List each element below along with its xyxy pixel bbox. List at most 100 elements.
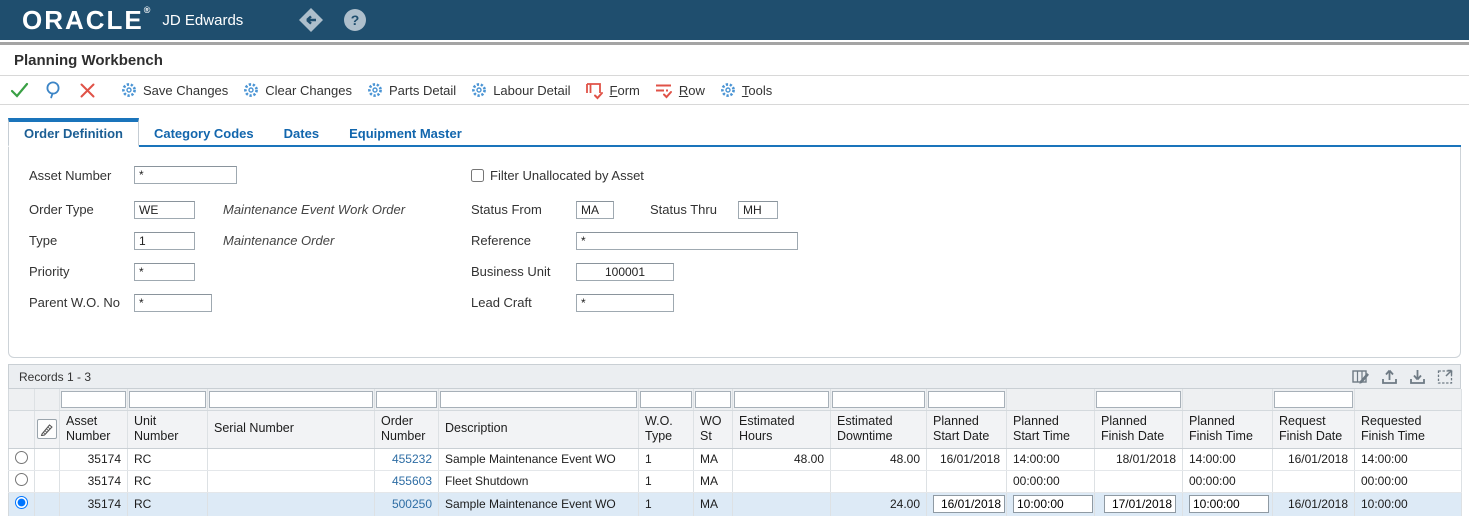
- type-input[interactable]: [134, 232, 195, 250]
- status-thru-input[interactable]: [738, 201, 778, 219]
- filter-description[interactable]: [440, 391, 637, 408]
- col-header-description[interactable]: Description: [439, 410, 639, 448]
- business-unit-input[interactable]: [576, 263, 674, 281]
- lead-craft-input[interactable]: [576, 294, 674, 312]
- oracle-logo: ORACLE®: [22, 5, 152, 36]
- export-icon[interactable]: [1380, 368, 1398, 386]
- labour-detail-label: Labour Detail: [493, 83, 570, 98]
- cell-requested-finish-time: 10:00:00: [1355, 492, 1462, 516]
- col-header-order-number[interactable]: Order Number: [375, 410, 439, 448]
- reference-label: Reference: [471, 233, 576, 248]
- clear-changes-button[interactable]: Clear Changes: [242, 81, 352, 99]
- type-label: Type: [29, 233, 134, 248]
- col-header-serial-number[interactable]: Serial Number: [208, 410, 375, 448]
- filter-serial-number[interactable]: [209, 391, 373, 408]
- type-description: Maintenance Order: [223, 233, 334, 248]
- save-changes-button[interactable]: Save Changes: [120, 81, 228, 99]
- col-header-wo-st[interactable]: WO St: [694, 410, 733, 448]
- planned-start-date-input[interactable]: [933, 495, 1005, 513]
- filter-wo-type[interactable]: [640, 391, 692, 408]
- form-menu[interactable]: Form: [585, 81, 640, 100]
- order-number-link[interactable]: 455603: [392, 474, 432, 488]
- col-header-unit-number[interactable]: Unit Number: [128, 410, 208, 448]
- status-from-label: Status From: [471, 202, 576, 217]
- filter-planned-start-date[interactable]: [928, 391, 1005, 408]
- cell-estimated-hours: [733, 470, 831, 492]
- tab-dates[interactable]: Dates: [269, 121, 334, 145]
- status-thru-label: Status Thru: [650, 202, 738, 217]
- col-header-estimated-hours[interactable]: Estimated Hours: [733, 410, 831, 448]
- tab-strip: Order Definition Category Codes Dates Eq…: [8, 118, 1461, 147]
- filter-unit-number[interactable]: [129, 391, 206, 408]
- save-changes-label: Save Changes: [143, 83, 228, 98]
- col-header-request-finish-date[interactable]: Request Finish Date: [1273, 410, 1355, 448]
- col-header-estimated-downtime[interactable]: Estimated Downtime: [831, 410, 927, 448]
- reference-input[interactable]: [576, 232, 798, 250]
- col-header-requested-finish-time[interactable]: Requested Finish Time: [1355, 410, 1462, 448]
- row-select-radio[interactable]: [15, 473, 28, 486]
- table-row: 35174 RC 455232 Sample Maintenance Event…: [9, 448, 1462, 470]
- col-header-asset-number[interactable]: Asset Number: [60, 410, 128, 448]
- order-type-input[interactable]: [134, 201, 195, 219]
- row-select-radio[interactable]: [15, 451, 28, 464]
- order-number-link[interactable]: 500250: [392, 497, 432, 511]
- filter-wo-st[interactable]: [695, 391, 731, 408]
- asset-number-label: Asset Number: [29, 168, 134, 183]
- find-icon[interactable]: [40, 78, 66, 102]
- navigate-back-icon[interactable]: [298, 7, 324, 33]
- row-menu[interactable]: Row: [654, 81, 705, 100]
- parts-detail-label: Parts Detail: [389, 83, 456, 98]
- col-header-planned-finish-date[interactable]: Planned Finish Date: [1095, 410, 1183, 448]
- tab-equipment-master[interactable]: Equipment Master: [334, 121, 477, 145]
- app-header: ORACLE® JD Edwards ?: [0, 0, 1469, 40]
- cell-wo-st: MA: [694, 470, 733, 492]
- cell-estimated-downtime: [831, 470, 927, 492]
- planned-start-time-input[interactable]: [1013, 495, 1093, 513]
- priority-input[interactable]: [134, 263, 195, 281]
- tab-category-codes[interactable]: Category Codes: [139, 121, 269, 145]
- cell-unit-number: RC: [128, 492, 208, 516]
- parent-wo-label: Parent W.O. No: [29, 295, 134, 310]
- expand-grid-icon[interactable]: [1436, 368, 1454, 386]
- planned-finish-date-input[interactable]: [1104, 495, 1176, 513]
- parent-wo-input[interactable]: [134, 294, 212, 312]
- col-header-planned-start-time[interactable]: Planned Start Time: [1007, 410, 1095, 448]
- close-icon[interactable]: [74, 78, 100, 102]
- filter-asset-number[interactable]: [61, 391, 126, 408]
- filter-unallocated-checkbox[interactable]: [471, 169, 484, 182]
- tools-menu[interactable]: Tools: [719, 81, 772, 99]
- cell-wo-st: MA: [694, 492, 733, 516]
- filter-estimated-hours[interactable]: [734, 391, 829, 408]
- filter-planned-finish-date[interactable]: [1096, 391, 1181, 408]
- filter-request-finish-date[interactable]: [1274, 391, 1353, 408]
- col-header-wo-type[interactable]: W.O. Type: [639, 410, 694, 448]
- edit-column-header-icon[interactable]: [37, 419, 57, 439]
- cell-planned-finish-date: 18/01/2018: [1095, 448, 1183, 470]
- labour-detail-button[interactable]: Labour Detail: [470, 81, 570, 99]
- filter-row: [9, 389, 1462, 410]
- parts-detail-button[interactable]: Parts Detail: [366, 81, 456, 99]
- cell-planned-start-time: 00:00:00: [1007, 470, 1095, 492]
- col-header-planned-finish-time[interactable]: Planned Finish Time: [1183, 410, 1273, 448]
- row-select-radio[interactable]: [15, 496, 28, 509]
- cell-planned-start-date: [927, 470, 1007, 492]
- col-header-planned-start-date[interactable]: Planned Start Date: [927, 410, 1007, 448]
- records-count: Records 1 - 3: [19, 370, 91, 384]
- status-from-input[interactable]: [576, 201, 614, 219]
- filter-estimated-downtime[interactable]: [832, 391, 925, 408]
- grid-header-row: Asset Number Unit Number Serial Number O…: [9, 410, 1462, 448]
- asset-number-input[interactable]: [134, 166, 237, 184]
- import-icon[interactable]: [1408, 368, 1426, 386]
- cell-unit-number: RC: [128, 448, 208, 470]
- filter-order-number[interactable]: [376, 391, 437, 408]
- filter-unallocated-label: Filter Unallocated by Asset: [490, 168, 644, 183]
- tab-order-definition[interactable]: Order Definition: [8, 118, 139, 147]
- clear-changes-label: Clear Changes: [265, 83, 352, 98]
- help-icon[interactable]: ?: [342, 7, 368, 33]
- ok-check-icon[interactable]: [6, 78, 32, 102]
- planned-finish-time-input[interactable]: [1189, 495, 1269, 513]
- order-number-link[interactable]: 455232: [392, 452, 432, 466]
- customize-grid-icon[interactable]: [1352, 368, 1370, 386]
- cell-estimated-hours: 48.00: [733, 448, 831, 470]
- gear-icon: [719, 81, 737, 99]
